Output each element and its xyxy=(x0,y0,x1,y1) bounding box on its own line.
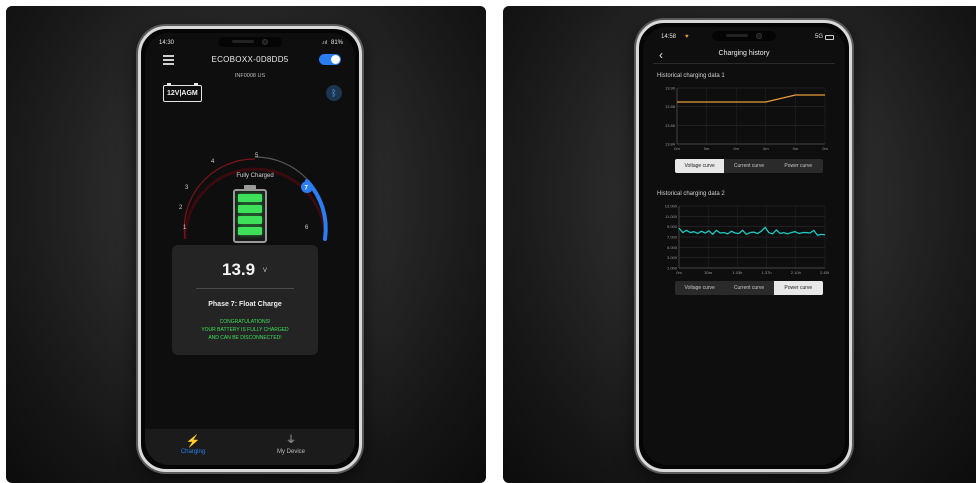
x-tick-label: 0m xyxy=(733,146,739,151)
x-tick-label: 1.03h xyxy=(732,270,742,275)
battery-bar xyxy=(238,227,262,235)
y-tick-label: 11.000 xyxy=(665,214,678,219)
phone-screen: 14:30 .ııl 81% ECOBOXX-0D8DD5 INF0008 US… xyxy=(145,33,355,465)
x-tick-label: 0m xyxy=(822,146,828,151)
x-tick-label: 30m xyxy=(704,270,712,275)
tab-current-curve[interactable]: Current curve xyxy=(724,159,773,173)
battery-status-icon xyxy=(825,35,834,40)
series-line xyxy=(678,226,826,236)
nav-charging-label: Charging xyxy=(180,449,206,455)
y-tick-label: 13.86 xyxy=(665,123,676,128)
battery-icon xyxy=(233,185,267,243)
nav-my-device[interactable]: ⏚ My Device xyxy=(251,433,331,455)
phone-notch xyxy=(712,31,776,41)
voltage-history-chart: 13.9013.8813.8613.840m 0m 0m 0m 0m 0m xyxy=(665,86,828,152)
tab-power-curve[interactable]: Power curve xyxy=(773,281,823,295)
tab-current-curve[interactable]: Current curve xyxy=(724,281,773,295)
tab-voltage-curve[interactable]: Voltage curve xyxy=(675,159,725,173)
tab-power-curve[interactable]: Power curve xyxy=(774,159,823,173)
success-message-line2: YOUR BATTERY IS FULLY CHARGED xyxy=(201,327,289,333)
bottom-navigation: ⚡ Charging ⏚ My Device xyxy=(145,429,355,465)
x-tick-label: 0m xyxy=(674,146,680,151)
gauge-label-4: 4 xyxy=(211,159,215,165)
y-tick-label: 7.000 xyxy=(667,235,678,240)
status-battery: 81% xyxy=(330,40,343,46)
power-toggle[interactable] xyxy=(319,54,341,65)
chart1-curve-tabs: Voltage curve Current curve Power curve xyxy=(675,159,823,173)
phone-notch xyxy=(218,37,282,47)
chart2-curve-tabs: Voltage curve Current curve Power curve xyxy=(675,281,823,295)
series-line xyxy=(677,94,825,103)
x-tick-label: 1.37h xyxy=(762,270,772,275)
lightning-icon: ⚡ xyxy=(185,434,201,448)
y-tick-label: 5.000 xyxy=(667,245,678,250)
y-tick-label: 13.000 xyxy=(665,204,678,209)
device-sub-label: INF0008 US xyxy=(234,73,266,79)
y-tick-label: 13.90 xyxy=(665,86,676,91)
voltage-value: 13.9 xyxy=(222,260,256,279)
bluetooth-icon[interactable]: ᛒ xyxy=(326,85,342,101)
voltage-unit: V xyxy=(263,268,268,274)
phone-charging-screen: 14:30 .ııl 81% ECOBOXX-0D8DD5 INF0008 US… xyxy=(138,26,362,472)
phase-label: Phase 7: Float Charge xyxy=(208,301,282,308)
status-time: 14:30 xyxy=(159,40,175,46)
charge-status-card: 13.9 V Phase 7: Float Charge CONGRATULAT… xyxy=(172,245,318,355)
phone-screen: 14:58 ♥ 5G ‹ Charging history Historical… xyxy=(643,27,845,465)
x-tick-label: 0m xyxy=(763,146,769,151)
battery-type-badge: 12V|AGM xyxy=(163,83,202,102)
card-divider xyxy=(196,288,294,289)
side-button xyxy=(851,101,852,115)
power-history-chart: 13.00011.0009.0007.0005.0003.0001.0000m 3… xyxy=(665,204,829,276)
y-tick-label: 9.000 xyxy=(667,224,678,229)
nav-my-device-label: My Device xyxy=(276,449,305,455)
x-tick-label: 0m xyxy=(793,146,799,151)
chart1-container: Historical charging data 1 13.90 13.88 13.… xyxy=(657,73,829,154)
side-button xyxy=(851,203,852,273)
header-divider xyxy=(653,63,835,64)
status-time: 14:58 xyxy=(661,34,677,40)
gauge-label-3: 3 xyxy=(185,185,189,191)
x-tick-label: 0m xyxy=(704,146,710,151)
battery-bar xyxy=(238,205,262,213)
battery-bar xyxy=(238,216,262,224)
success-message-line1: CONGRATULATIONS! xyxy=(219,319,271,325)
nav-charging[interactable]: ⚡ Charging xyxy=(153,433,233,455)
page-title: Charging history xyxy=(718,50,770,57)
gauge-label-2: 2 xyxy=(179,205,183,211)
left-screenshot-panel: 14:30 .ııl 81% ECOBOXX-0D8DD5 INF0008 US… xyxy=(6,6,486,483)
chart1-title: Historical charging data 1 xyxy=(657,73,725,79)
status-network: 5G xyxy=(814,34,823,40)
signal-icon: .ııl xyxy=(321,40,327,46)
right-screenshot-panel: 14:58 ♥ 5G ‹ Charging history Historical… xyxy=(503,6,976,483)
y-tick-label: 3.000 xyxy=(667,255,678,260)
plug-icon: ⏚ xyxy=(286,435,296,446)
phone-history-screen: 14:58 ♥ 5G ‹ Charging history Historical… xyxy=(636,20,852,472)
battery-bar xyxy=(238,194,262,202)
charge-status-label: Fully Charged xyxy=(236,173,273,179)
chart2-title: Historical charging data 2 xyxy=(657,191,725,197)
battery-level-bars xyxy=(233,189,267,243)
success-message-line3: AND CAN BE DISCONNECTED! xyxy=(208,335,282,341)
x-tick-label: 0m xyxy=(676,270,682,275)
notification-icon: ♥ xyxy=(685,34,689,40)
tab-voltage-curve[interactable]: Voltage curve xyxy=(675,281,724,295)
gauge-label-6: 6 xyxy=(305,225,309,231)
x-tick-label: 2.10h xyxy=(791,270,801,275)
x-tick-label: 2.45h xyxy=(820,270,829,275)
gauge-label-top: 5 xyxy=(255,153,259,159)
y-tick-label: 13.88 xyxy=(665,104,676,109)
chart2-container: Historical charging data 2 13.000 11.000 9… xyxy=(657,191,829,278)
